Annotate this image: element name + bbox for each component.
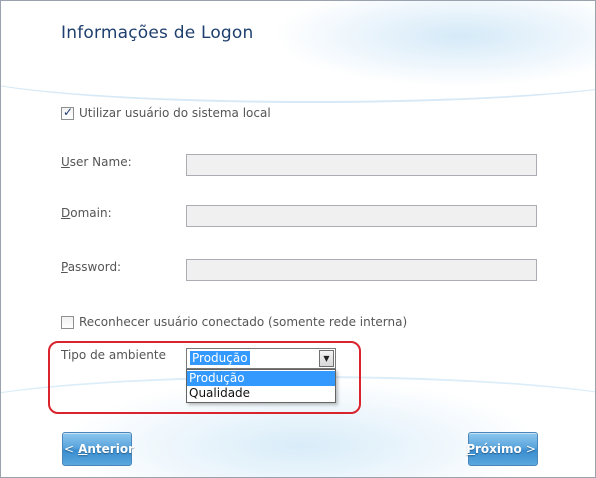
environment-dropdown-list: Produção Qualidade — [186, 369, 336, 403]
back-button[interactable]: < Anterior — [62, 432, 134, 466]
chevron-down-icon[interactable]: ▼ — [319, 350, 334, 367]
environment-option-producao[interactable]: Produção — [187, 371, 335, 386]
environment-option-qualidade[interactable]: Qualidade — [187, 386, 335, 401]
domain-field[interactable] — [186, 205, 537, 227]
domain-label: Domain: — [61, 206, 112, 220]
next-button-label-rest: róximo — [474, 442, 522, 456]
user-name-label-rest: ser Name: — [69, 155, 132, 169]
background-swoosh-top — [1, 41, 595, 103]
back-button-label-rest: nterior — [87, 442, 134, 456]
chevron-left-icon: < — [64, 442, 75, 456]
environment-select[interactable]: Produção ▼ — [186, 348, 336, 369]
recognize-user-checkbox[interactable] — [61, 316, 74, 329]
use-local-user-label: Utilizar usuário do sistema local — [79, 106, 271, 120]
page-title: Informações de Logon — [61, 23, 254, 43]
password-field[interactable] — [186, 259, 537, 281]
domain-label-rest: omain: — [70, 206, 112, 220]
password-access-key: P — [61, 260, 68, 274]
domain-access-key: D — [61, 206, 71, 220]
chevron-right-icon: > — [525, 442, 536, 456]
user-name-field[interactable] — [186, 154, 537, 176]
logon-dialog: Informações de Logon ✓ Utilizar usuário … — [0, 0, 596, 478]
next-button-access-key: P — [466, 442, 475, 456]
checkmark-icon: ✓ — [63, 105, 74, 119]
recognize-user-label: Reconhecer usuário conectado (somente re… — [79, 315, 408, 329]
password-label-rest: assword: — [67, 260, 122, 274]
next-button[interactable]: Próximo > — [466, 432, 538, 466]
user-name-access-key: U — [61, 155, 70, 169]
user-name-label: User Name: — [61, 155, 132, 169]
password-label: Password: — [61, 260, 121, 274]
back-button-access-key: A — [78, 442, 88, 456]
environment-label: Tipo de ambiente — [61, 348, 166, 362]
use-local-user-checkbox[interactable]: ✓ — [61, 105, 74, 120]
environment-selected-value: Produção — [190, 351, 250, 365]
